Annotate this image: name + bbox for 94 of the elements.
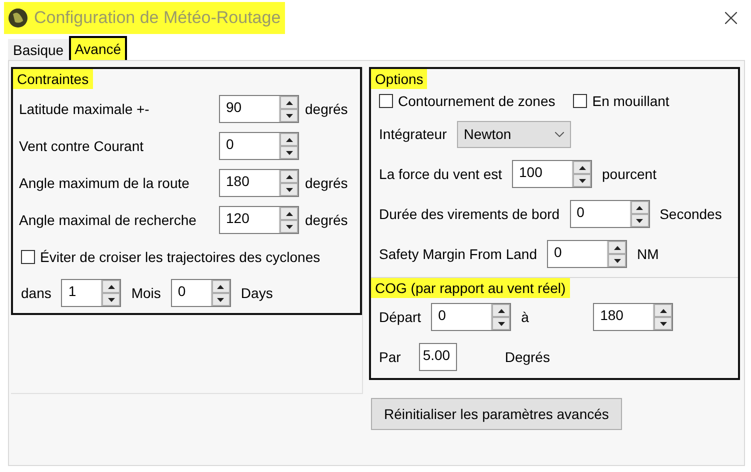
- decrement-button[interactable]: [573, 174, 591, 187]
- field-label: La force du vent est: [379, 166, 502, 182]
- down-arrow-icon: [217, 298, 224, 302]
- down-arrow-icon: [498, 322, 505, 326]
- up-arrow-icon: [286, 212, 292, 216]
- checkbox[interactable]: [379, 94, 394, 108]
- spin-box[interactable]: 0: [219, 132, 299, 160]
- unit-label: degrés: [305, 101, 349, 117]
- group-title: Contraintes: [13, 69, 93, 89]
- field-label: Durée des virements de bord: [379, 206, 560, 222]
- field-label: Vent contre Courant: [19, 138, 145, 154]
- tab[interactable]: Avancé: [68, 36, 128, 60]
- decrement-button[interactable]: [280, 183, 298, 196]
- up-arrow-icon: [286, 100, 292, 104]
- unit-label: Days: [240, 285, 273, 301]
- group-title: Options: [371, 69, 428, 89]
- down-arrow-icon: [286, 150, 292, 154]
- increment-button[interactable]: [212, 280, 230, 293]
- increment-button[interactable]: [280, 133, 298, 146]
- increment-button[interactable]: [102, 280, 120, 293]
- spin-box[interactable]: 180: [219, 169, 299, 197]
- down-arrow-icon: [578, 178, 586, 182]
- decrement-button[interactable]: [608, 254, 626, 267]
- increment-button[interactable]: [280, 170, 298, 183]
- increment-button[interactable]: [630, 201, 649, 214]
- checkbox-label: Éviter de croiser les trajectoires des cyclones: [40, 249, 320, 265]
- step-field[interactable]: 5.00: [418, 343, 457, 371]
- spin-box[interactable]: 180: [593, 303, 674, 331]
- down-arrow-icon: [614, 258, 620, 262]
- down-arrow-icon: [286, 188, 292, 192]
- up-arrow-icon: [217, 284, 224, 288]
- decrement-button[interactable]: [280, 220, 298, 233]
- globe-icon: [8, 8, 28, 28]
- down-arrow-icon: [660, 322, 667, 326]
- spin-box[interactable]: 120: [219, 206, 299, 234]
- increment-button[interactable]: [654, 304, 672, 317]
- unit-label: degrés: [305, 175, 349, 191]
- checkbox[interactable]: [21, 250, 35, 264]
- spin-box[interactable]: 1: [61, 279, 122, 307]
- up-arrow-icon: [108, 284, 115, 288]
- decrement-button[interactable]: [102, 293, 120, 306]
- decrement-button[interactable]: [280, 109, 298, 122]
- tab[interactable]: Basique: [8, 39, 69, 60]
- group-title: COG (par rapport au vent réel): [371, 278, 570, 298]
- up-arrow-icon: [660, 308, 667, 312]
- checkbox-label: En mouillant: [592, 93, 670, 109]
- increment-button[interactable]: [280, 207, 298, 220]
- down-arrow-icon: [286, 224, 292, 228]
- checkbox[interactable]: [573, 94, 588, 108]
- up-arrow-icon: [578, 166, 586, 170]
- spin-box[interactable]: 0: [547, 240, 627, 268]
- up-arrow-icon: [498, 308, 505, 312]
- decrement-button[interactable]: [212, 293, 230, 306]
- unit-label: Degrés: [504, 349, 550, 365]
- integrator-dropdown[interactable]: Newton: [456, 120, 571, 148]
- increment-button[interactable]: [280, 96, 298, 109]
- unit-label: NM: [637, 246, 659, 262]
- field-label: à: [521, 309, 530, 325]
- increment-button[interactable]: [573, 161, 591, 174]
- spin-box[interactable]: 90: [219, 95, 299, 123]
- decrement-button[interactable]: [280, 146, 298, 159]
- increment-button[interactable]: [608, 241, 626, 254]
- down-arrow-icon: [636, 218, 644, 222]
- up-arrow-icon: [286, 138, 292, 142]
- spin-box[interactable]: 0: [170, 279, 231, 307]
- down-arrow-icon: [108, 298, 115, 302]
- up-arrow-icon: [614, 246, 620, 250]
- field-label: Départ: [379, 309, 422, 325]
- field-label: Angle maximum de la route: [19, 175, 190, 191]
- field-label: Par: [379, 349, 401, 365]
- increment-button[interactable]: [492, 304, 510, 317]
- field-label: Angle maximal de recherche: [19, 212, 198, 228]
- decrement-button[interactable]: [654, 317, 672, 330]
- unit-label: Secondes: [660, 206, 722, 222]
- checkbox-label: Contournement de zones: [398, 93, 556, 109]
- window-title: Configuration de Météo-Routage: [34, 8, 281, 28]
- chevron-down-icon: [554, 132, 564, 136]
- field-label: Latitude maximale +-: [19, 101, 150, 117]
- unit-label: Mois: [131, 285, 161, 301]
- decrement-button[interactable]: [492, 317, 510, 330]
- up-arrow-icon: [286, 174, 292, 178]
- reset-button[interactable]: Réinitialiser les paramètres avancés: [371, 398, 622, 430]
- up-arrow-icon: [636, 206, 644, 210]
- spin-box[interactable]: 0: [570, 200, 650, 228]
- spin-box[interactable]: 0: [431, 303, 512, 331]
- field-label: Intégrateur: [379, 126, 447, 142]
- unit-label: degrés: [305, 212, 349, 228]
- decrement-button[interactable]: [630, 214, 649, 227]
- spin-box[interactable]: 100: [512, 160, 592, 188]
- field-label: dans: [21, 285, 52, 301]
- close-icon[interactable]: [725, 12, 737, 24]
- unit-label: pourcent: [602, 166, 656, 182]
- down-arrow-icon: [286, 114, 292, 118]
- field-label: Safety Margin From Land: [379, 246, 537, 262]
